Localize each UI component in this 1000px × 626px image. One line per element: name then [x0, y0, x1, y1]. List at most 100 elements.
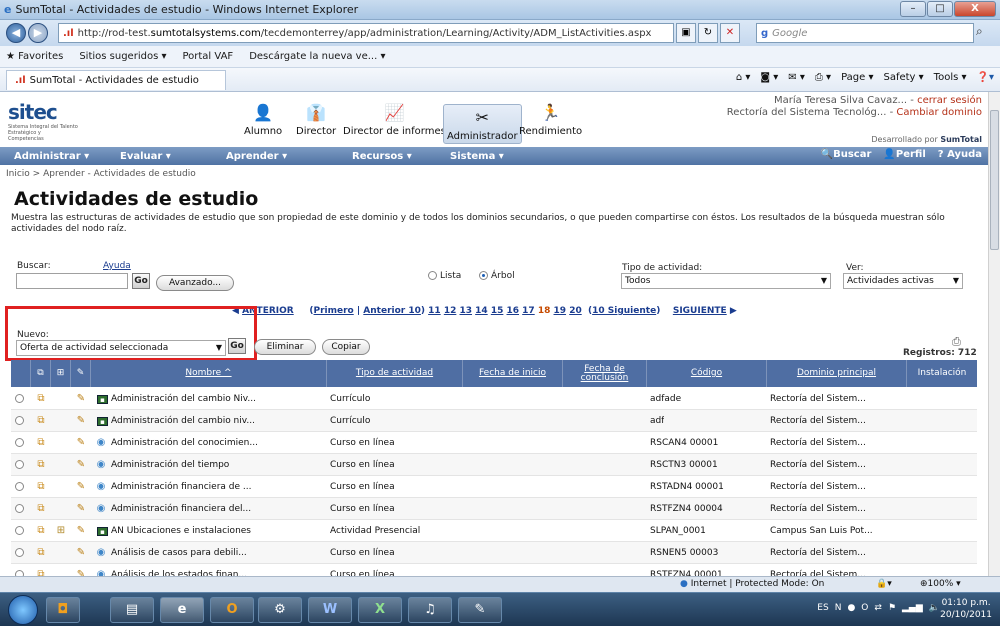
tray-icon-circle[interactable]: ● [847, 603, 855, 613]
activity-type-select[interactable]: Todos ▼ [621, 273, 831, 289]
column-fecha-conclusion[interactable]: Fecha de conclusión [563, 360, 647, 387]
table-row[interactable]: ⧉ ✎ ▪ Administración del cambio Niv... Currí… [11, 388, 977, 410]
edit-icon[interactable]: ✎ [75, 437, 87, 449]
table-row[interactable]: ⧉ ✎ ◉ Análisis de los estados finan... Curso… [11, 564, 977, 576]
tools-menu[interactable]: Tools ▾ [934, 72, 967, 83]
forward-icon[interactable]: ▶ [28, 23, 48, 43]
help-icon[interactable]: ❓▾ [977, 72, 994, 83]
details-icon[interactable]: ⧉ [35, 525, 47, 537]
activity-name[interactable]: Administración del cambio Niv... [111, 388, 256, 410]
edit-icon[interactable]: ✎ [75, 459, 87, 471]
edit-icon[interactable]: ✎ [75, 547, 87, 559]
page-scrollbar[interactable] [988, 92, 1000, 576]
zone-status[interactable]: ● Internet | Protected Mode: On [680, 579, 824, 589]
column-fecha-inicio[interactable]: Fecha de inicio [463, 360, 563, 387]
edit-icon[interactable]: ✎ [75, 525, 87, 537]
details-icon[interactable]: ⧉ [35, 503, 47, 515]
outlook-app-taskbar-icon[interactable]: O [210, 597, 254, 623]
details-icon[interactable]: ⧉ [35, 547, 47, 559]
row-select-radio[interactable] [15, 547, 27, 559]
role-director[interactable]: 👔 Director [296, 102, 336, 137]
details-icon[interactable]: ⧉ [35, 481, 47, 493]
back-icon[interactable]: ◀ [6, 23, 26, 43]
paint-taskbar-icon[interactable]: ✎ [458, 597, 502, 623]
details-icon[interactable]: ⧉ [35, 437, 47, 449]
tray-icon-sync[interactable]: ⇄ [874, 603, 882, 613]
activity-name[interactable]: Administración del conocimien... [111, 432, 258, 454]
sitec-logo[interactable]: sitec Sistema Integral del Talento Estra… [8, 100, 78, 142]
page-13[interactable]: 13 [459, 306, 472, 316]
change-domain-link[interactable]: Cambiar dominio [896, 107, 982, 118]
page-16[interactable]: 16 [507, 306, 520, 316]
role-rendimiento[interactable]: 🏃 Rendimiento [519, 102, 582, 137]
activity-name[interactable]: AN Ubicaciones e instalaciones [111, 520, 251, 542]
activity-name[interactable]: Administración financiera de ... [111, 476, 251, 498]
column-dominio[interactable]: Dominio principal [767, 360, 907, 387]
clock[interactable]: 01:10 p.m. 20/10/2011 [940, 597, 992, 621]
scrollbar-thumb[interactable] [990, 110, 999, 250]
activity-name[interactable]: Análisis de los estados finan... [111, 564, 247, 576]
row-select-radio[interactable] [15, 437, 27, 449]
copy-button[interactable]: Copiar [322, 339, 370, 355]
edit-icon[interactable]: ✎ [75, 415, 87, 427]
fav-sitios-sugeridos[interactable]: Sitios sugeridos ▾ [79, 51, 166, 62]
details-icon[interactable]: ⧉ [35, 569, 47, 576]
table-row[interactable]: ⧉ ✎ ◉ Administración financiera del... Curso… [11, 498, 977, 520]
table-row[interactable]: ⧉ ✎ ◉ Administración del conocimien... Curso… [11, 432, 977, 454]
ver-select[interactable]: Actividades activas ▼ [843, 273, 963, 289]
edit-icon[interactable]: ✎ [75, 503, 87, 515]
network-icon[interactable]: ▂▄▆ [902, 603, 923, 613]
maximize-button[interactable]: □ [927, 1, 953, 17]
network-taskbar-icon[interactable]: ⚙ [258, 597, 302, 623]
tray-icon-n[interactable]: N [835, 603, 842, 613]
page-15[interactable]: 15 [491, 306, 504, 316]
menu-recursos[interactable]: Recursos ▾ [338, 151, 436, 162]
role-director-informes[interactable]: 📈 Director de informes [343, 102, 446, 137]
volume-icon[interactable]: 🔈 [929, 603, 940, 613]
edit-icon[interactable]: ✎ [75, 393, 87, 405]
page-12[interactable]: 12 [444, 306, 457, 316]
column-instalacion[interactable]: Instalación [907, 360, 977, 387]
activity-name[interactable]: Administración del cambio niv... [111, 410, 255, 432]
outlook-taskbar-icon[interactable]: ◘ [46, 597, 80, 623]
column-nombre[interactable]: Nombre ^ [91, 360, 327, 387]
page-14[interactable]: 14 [475, 306, 488, 316]
search-engine-input[interactable]: g Google [756, 23, 974, 43]
row-select-radio[interactable] [15, 459, 27, 471]
column-codigo[interactable]: Código [647, 360, 767, 387]
page-17[interactable]: 17 [522, 306, 535, 316]
security-icon[interactable]: 🔒▾ [876, 579, 892, 589]
list-radio[interactable] [428, 271, 437, 280]
search-help-link[interactable]: Ayuda [103, 261, 131, 271]
menu-evaluar[interactable]: Evaluar ▾ [106, 151, 212, 162]
role-alumno[interactable]: 👤 Alumno [244, 102, 282, 137]
row-select-radio[interactable] [15, 415, 27, 427]
row-select-radio[interactable] [15, 503, 27, 515]
new-activity-select[interactable]: Oferta de actividad seleccionada ▼ [16, 340, 226, 356]
row-select-radio[interactable] [15, 393, 27, 405]
details-icon[interactable]: ⧉ [35, 459, 47, 471]
tray-icon-flag[interactable]: ⚑ [888, 603, 896, 613]
edit-icon[interactable]: ✎ [75, 569, 87, 576]
search-icon[interactable]: ⌕ [976, 24, 983, 39]
new-go-button[interactable]: Go [228, 338, 246, 354]
fav-portal-vaf[interactable]: Portal VAF [182, 51, 233, 62]
refresh-icon[interactable]: ↻ [698, 23, 718, 43]
view-tree-option[interactable]: Árbol [479, 271, 515, 281]
excel-taskbar-icon[interactable]: X [358, 597, 402, 623]
row-select-radio[interactable] [15, 569, 27, 576]
search-go-button[interactable]: Go [132, 273, 150, 289]
activity-name[interactable]: Análisis de casos para debili... [111, 542, 247, 564]
minimize-button[interactable]: – [900, 1, 926, 17]
table-row[interactable]: ⧉ ✎ ▪ Administración del cambio niv... Currí… [11, 410, 977, 432]
pager-first[interactable]: Primero [314, 306, 354, 316]
activity-name[interactable]: Administración del tiempo [111, 454, 229, 476]
advanced-search-button[interactable]: Avanzado... [156, 275, 234, 291]
menu-sistema[interactable]: Sistema ▾ [436, 151, 542, 162]
search-link[interactable]: 🔍Buscar [821, 149, 872, 160]
feeds-icon[interactable]: ◙ ▾ [760, 72, 778, 83]
page-11[interactable]: 11 [428, 306, 441, 316]
delete-button[interactable]: Eliminar [254, 339, 316, 355]
table-row[interactable]: ⧉ ✎ ◉ Administración del tiempo Curso en lín… [11, 454, 977, 476]
explorer-taskbar-icon[interactable]: ▤ [110, 597, 154, 623]
